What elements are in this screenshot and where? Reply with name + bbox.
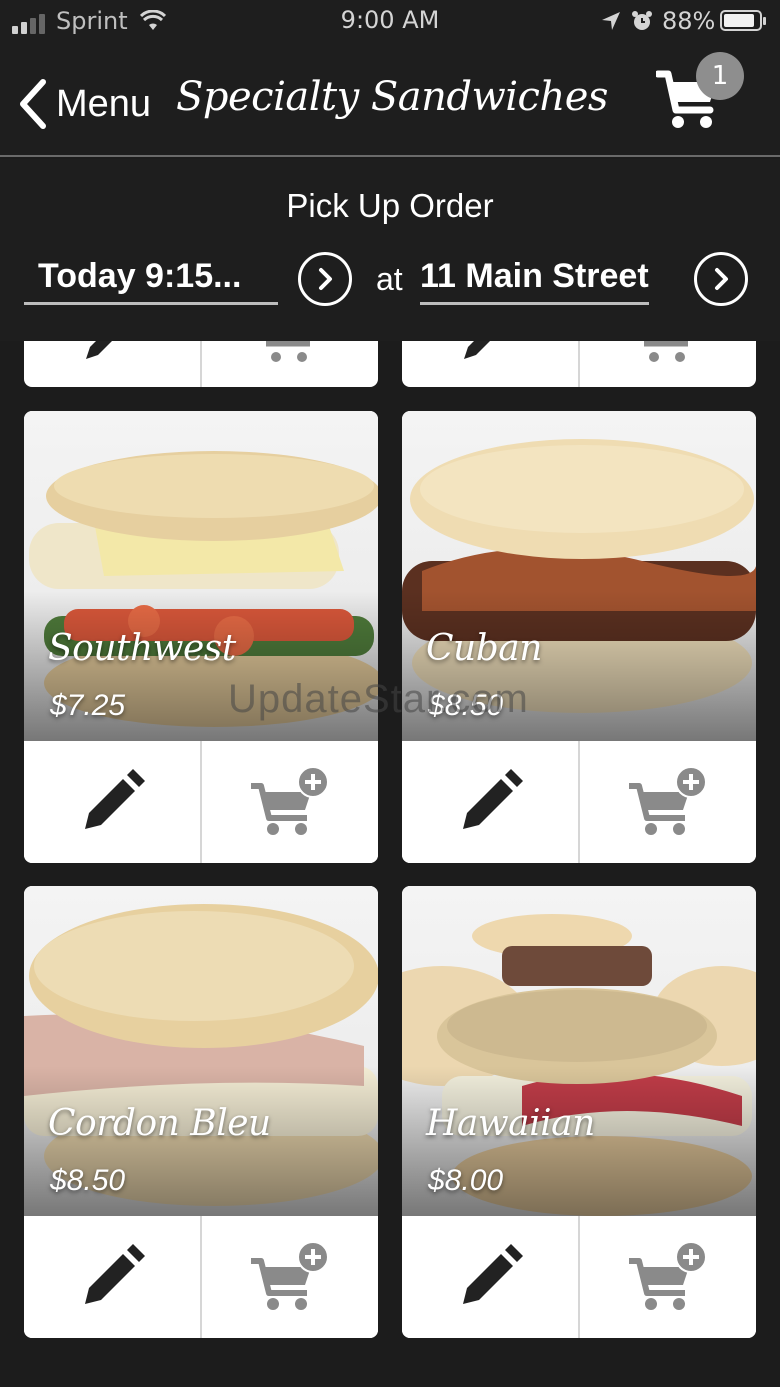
change-time-button[interactable] <box>298 252 352 306</box>
add-to-cart-button[interactable] <box>200 341 378 387</box>
pencil-icon <box>85 1244 145 1304</box>
product-photo: Cuban $8.50 <box>402 411 756 741</box>
battery-level <box>724 14 754 27</box>
add-to-cart-button[interactable] <box>200 741 378 863</box>
pencil-icon <box>463 769 523 829</box>
battery-percent: 88% <box>662 7 716 35</box>
product-card-cuban[interactable]: Cuban $8.50 <box>402 411 756 863</box>
edit-button[interactable] <box>24 1216 200 1338</box>
edit-button[interactable] <box>24 341 200 387</box>
pickup-location-link[interactable]: 11 Main Street <box>420 257 649 305</box>
product-card-cordon-bleu[interactable]: Cordon Bleu $8.50 <box>24 886 378 1338</box>
product-card-southwest[interactable]: Southwest $7.25 <box>24 411 378 863</box>
product-name: Southwest <box>48 628 236 669</box>
chevron-right-icon <box>319 268 332 290</box>
back-button[interactable]: Menu <box>18 78 151 130</box>
page-title: Specialty Sandwiches <box>176 74 608 120</box>
add-to-cart-button[interactable] <box>578 341 756 387</box>
edit-button[interactable] <box>402 341 578 387</box>
alarm-icon <box>632 11 652 30</box>
pencil-icon <box>463 1244 523 1304</box>
pickup-time-link[interactable]: Today 9:15... <box>24 257 278 305</box>
product-grid: Southwest $7.25 Cuban $8.50 Cordon Bleu … <box>0 341 780 1387</box>
card-actions <box>24 1216 378 1338</box>
cart-plus-icon <box>251 766 329 835</box>
cart-plus-icon <box>629 1241 707 1310</box>
pickup-panel: Pick Up Order Today 9:15... at 11 Main S… <box>0 159 780 341</box>
pickup-heading: Pick Up Order <box>286 187 494 224</box>
pencil-icon <box>85 769 145 829</box>
product-card-hawaiian[interactable]: Hawaiian $8.00 <box>402 886 756 1338</box>
add-to-cart-button[interactable] <box>578 1216 756 1338</box>
product-price: $8.00 <box>428 1164 504 1197</box>
edit-button[interactable] <box>24 741 200 863</box>
product-name: Cuban <box>426 628 542 669</box>
product-photo: Southwest $7.25 <box>24 411 378 741</box>
battery-icon <box>720 10 766 31</box>
card-actions <box>402 741 756 863</box>
card-actions <box>24 741 378 863</box>
nav-bar: Menu Specialty Sandwiches 1 <box>0 44 780 157</box>
cart-count-badge: 1 <box>696 52 744 100</box>
partial-card-actions <box>24 341 378 387</box>
product-price: $8.50 <box>428 689 504 722</box>
status-bar: Sprint 9:00 AM 88% <box>0 0 780 44</box>
back-label: Menu <box>56 82 152 125</box>
product-name: Cordon Bleu <box>48 1103 271 1144</box>
change-location-button[interactable] <box>694 252 748 306</box>
cart-plus-icon <box>251 1241 329 1310</box>
edit-button[interactable] <box>402 1216 578 1338</box>
product-photo: Cordon Bleu $8.50 <box>24 886 378 1216</box>
chevron-right-icon <box>715 268 728 290</box>
cart-plus-icon <box>629 766 707 835</box>
at-label: at <box>376 261 403 297</box>
product-price: $8.50 <box>50 1164 126 1197</box>
product-name: Hawaiian <box>426 1103 595 1144</box>
partial-card-actions <box>402 341 756 387</box>
product-photo: Hawaiian $8.00 <box>402 886 756 1216</box>
product-price: $7.25 <box>50 689 126 722</box>
card-actions <box>402 1216 756 1338</box>
location-arrow-icon <box>602 12 620 30</box>
add-to-cart-button[interactable] <box>200 1216 378 1338</box>
add-to-cart-button[interactable] <box>578 741 756 863</box>
edit-button[interactable] <box>402 741 578 863</box>
chevron-left-icon <box>20 79 46 129</box>
